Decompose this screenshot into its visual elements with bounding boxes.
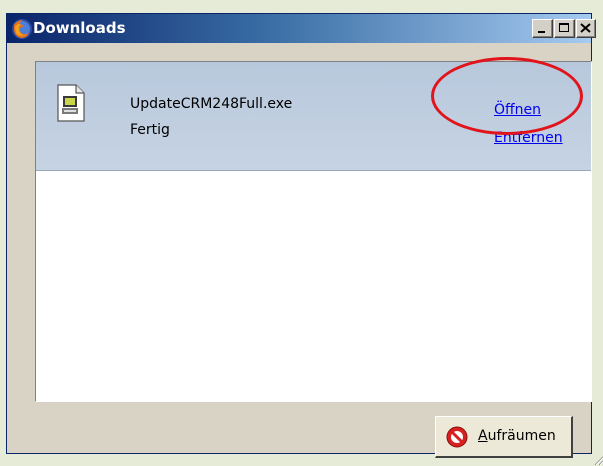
- downloads-list[interactable]: UpdateCRM248Full.exe Fertig Öffnen Entfe…: [35, 61, 592, 402]
- open-link[interactable]: Öffnen: [494, 102, 541, 118]
- window-title: Downloads: [33, 19, 126, 37]
- minimize-icon: [538, 31, 545, 33]
- firefox-icon: [12, 19, 32, 39]
- installer-file-icon: [57, 84, 85, 122]
- clear-list-button[interactable]: Aufräumen: [435, 416, 573, 458]
- clear-button-label: Aufräumen: [478, 428, 556, 444]
- close-icon: [580, 23, 591, 33]
- remove-link[interactable]: Entfernen: [494, 130, 563, 146]
- download-status: Fertig: [130, 122, 170, 138]
- maximize-icon: [559, 23, 569, 32]
- title-bar[interactable]: Downloads: [7, 14, 596, 43]
- resize-grip-icon[interactable]: [592, 452, 603, 466]
- file-name: UpdateCRM248Full.exe: [130, 96, 293, 112]
- downloads-window: Downloads UpdateCRM248Full.exe Fertig Öf…: [6, 13, 603, 466]
- close-button[interactable]: [576, 19, 596, 38]
- download-item[interactable]: UpdateCRM248Full.exe Fertig Öffnen Entfe…: [36, 62, 591, 171]
- access-key: A: [478, 428, 488, 444]
- maximize-button[interactable]: [554, 19, 575, 38]
- minimize-button[interactable]: [532, 19, 553, 38]
- clear-button-label-rest: ufräumen: [487, 428, 556, 444]
- prohibited-icon: [446, 426, 468, 448]
